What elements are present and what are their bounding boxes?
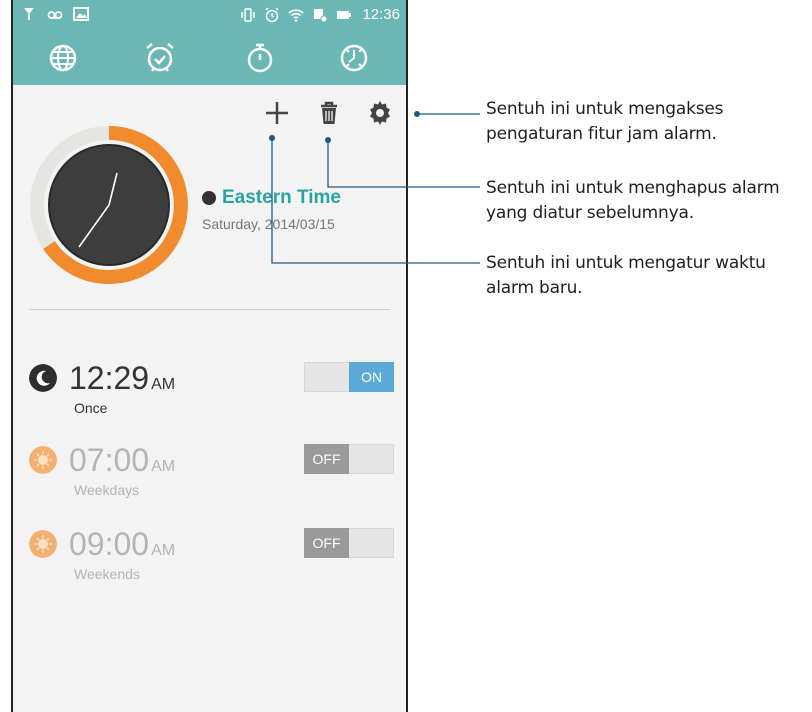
timezone-label: Eastern Time <box>222 187 341 208</box>
signal-icon <box>24 8 34 20</box>
moon-icon <box>202 191 216 205</box>
alarm-toggle[interactable]: ON <box>304 362 394 392</box>
gear-icon <box>370 101 390 125</box>
toggle-knob: OFF <box>304 444 349 474</box>
alarm-toggle[interactable]: OFF <box>304 528 394 558</box>
toggle-knob: ON <box>349 362 394 392</box>
tab-stopwatch[interactable] <box>242 40 278 76</box>
callout-line: yang diatur sebelumnya. <box>486 203 694 223</box>
alarm-icon <box>265 6 279 22</box>
toggle-knob: OFF <box>304 528 349 558</box>
delete-alarm-button[interactable] <box>314 98 344 128</box>
alarm-clock-icon <box>146 43 174 72</box>
alarm-repeat: Weekends <box>74 566 140 582</box>
battery-icon <box>337 10 352 19</box>
vibrate-icon <box>241 7 256 22</box>
data-icon <box>314 8 328 22</box>
alarm-time: 12:29 AM <box>69 360 176 396</box>
tab-timer[interactable] <box>336 40 372 76</box>
settings-callout: Sentuh ini untuk mengakses pengaturan fi… <box>486 97 724 147</box>
sun-icon <box>29 530 57 558</box>
image-icon <box>73 7 89 21</box>
tab-alarm[interactable] <box>142 40 178 76</box>
stopwatch-icon <box>247 43 273 73</box>
wifi-icon <box>288 8 305 22</box>
clock-date: Saturday, 2014/03/15 <box>202 216 335 232</box>
callout-line: alarm baru. <box>486 278 583 298</box>
delete-callout: Sentuh ini untuk menghapus alarm yang di… <box>486 176 780 226</box>
status-time: 12:36 <box>362 6 400 23</box>
phone-screen: 12:36 Eastern Time Saturday, 2014/03/15 … <box>11 0 408 712</box>
alarm-row[interactable]: 12:29 AM Once ON <box>29 358 394 428</box>
alarm-time: 07:00 AM <box>69 442 176 478</box>
callout-line: pengaturan fitur jam alarm. <box>486 124 717 144</box>
trash-icon <box>321 101 337 124</box>
alarm-repeat: Weekdays <box>74 482 140 498</box>
analog-clock <box>30 126 188 284</box>
timer-icon <box>340 44 368 72</box>
callout-line: Sentuh ini untuk menghapus alarm <box>486 178 780 198</box>
settings-callout-line <box>414 111 480 117</box>
timezone-name: Eastern Time <box>202 187 341 209</box>
add-callout: Sentuh ini untuk mengatur waktu alarm ba… <box>486 251 766 301</box>
tab-world-clock[interactable] <box>45 40 81 76</box>
alarm-row[interactable]: 07:00 AM Weekdays OFF <box>29 440 394 510</box>
sun-icon <box>29 446 57 474</box>
plus-icon <box>266 102 288 124</box>
voicemail-icon <box>47 11 63 19</box>
callout-line: Sentuh ini untuk mengakses <box>486 99 724 119</box>
globe-icon <box>49 44 77 72</box>
alarm-repeat: Once <box>74 400 108 416</box>
alarm-row[interactable]: 09:00 AM Weekends OFF <box>29 524 394 594</box>
divider <box>29 309 390 310</box>
tab-bar <box>13 30 406 85</box>
callout-line: Sentuh ini untuk mengatur waktu <box>486 253 766 273</box>
settings-button[interactable] <box>365 98 395 128</box>
alarm-toggle[interactable]: OFF <box>304 444 394 474</box>
add-alarm-button[interactable] <box>262 98 292 128</box>
moon-icon <box>29 364 57 392</box>
alarm-time: 09:00 AM <box>69 526 176 562</box>
status-bar: 12:36 <box>13 0 406 30</box>
